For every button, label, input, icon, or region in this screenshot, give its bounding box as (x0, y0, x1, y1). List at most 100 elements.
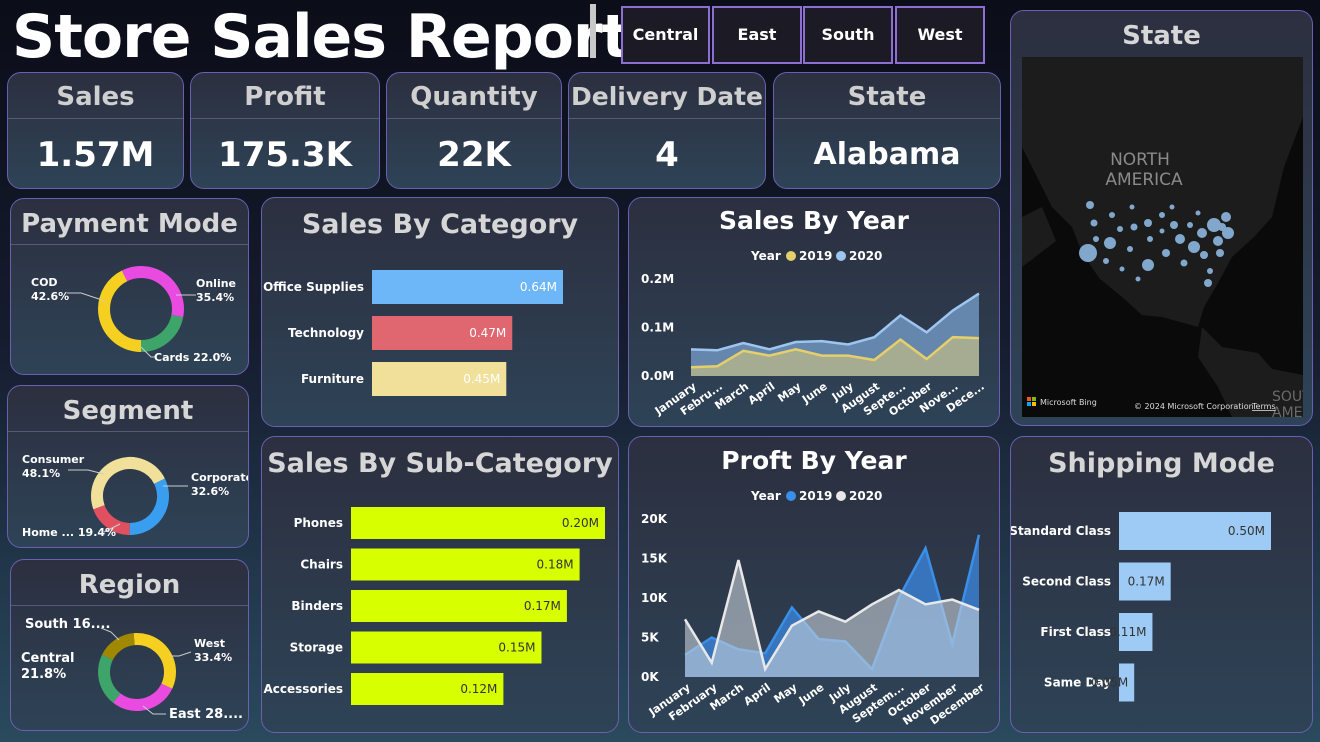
legend-label[interactable]: 2019 (799, 249, 832, 263)
legend-label[interactable]: 2019 (799, 489, 832, 503)
slicer-central[interactable]: Central (621, 6, 710, 64)
sales-by-category-card[interactable]: Sales By Category Office Supplies 0.64M Te… (261, 197, 619, 427)
state-map-card[interactable]: State NORTH AMERICA SOUT AMER Microsoft … (1010, 10, 1313, 426)
kpi-quantity-card[interactable]: Quantity 22K (386, 72, 562, 189)
bar-value-label: 0.20M (562, 516, 599, 530)
bar-category-label: Technology (288, 326, 364, 340)
donut-value: 33.4% (194, 651, 232, 664)
legend-label[interactable]: 2020 (849, 249, 882, 263)
bar-category-label: Standard Class (1011, 524, 1111, 538)
sales-by-subcategory-chart: Phones 0.20M Chairs 0.18M Binders 0.17M Storag… (264, 507, 605, 705)
bar-category-label: First Class (1040, 625, 1111, 639)
bar-category-label: Chairs (300, 558, 343, 572)
kpi-profit-card[interactable]: Profit 175.3K (190, 72, 380, 189)
payment-mode-chart: COD42.6% Online35.4% Cards 22.0% (31, 266, 236, 364)
map-terms-link[interactable]: Terms (1251, 402, 1276, 411)
state-map[interactable]: NORTH AMERICA SOUT AMER Microsoft Bing ©… (1022, 57, 1303, 417)
bar-value-label: 0.18M (537, 558, 574, 572)
x-tick-label: April (746, 380, 778, 407)
map-label-south: SOUT (1272, 389, 1303, 405)
map-label-south-america: AMER (1272, 405, 1303, 417)
kpi-sales-value: 1.57M (36, 135, 155, 175)
bar-value-label: 0.17M (524, 599, 561, 613)
y-tick-label: 0.1M (641, 321, 674, 335)
title-divider (590, 4, 596, 58)
region-card[interactable]: Region West 33.4% East 28.... Central 21.8% S… (10, 559, 249, 731)
sales-by-subcategory-card[interactable]: Sales By Sub-Category Phones 0.20M Chairs 0… (261, 436, 619, 733)
bar-value-label: 0.50M (1228, 524, 1265, 538)
sales-by-year-title: Sales By Year (718, 206, 909, 235)
slicer-south[interactable]: South (803, 6, 893, 64)
bar-value-label: 0.45M (463, 372, 500, 386)
donut-label: Cards 22.0% (154, 351, 231, 364)
bar-category-label: Office Supplies (263, 280, 364, 294)
map-label-north: NORTH (1110, 150, 1170, 170)
donut-label: Online (196, 277, 236, 290)
donut-value: 21.8% (21, 667, 66, 682)
slicer-east[interactable]: East (712, 6, 802, 64)
region-title: Region (11, 560, 248, 606)
sales-by-year-chart: Year 2019 20200.0M0.1M0.2MJanuaryFebru...M… (641, 249, 987, 419)
y-tick-label: 0.2M (641, 272, 674, 286)
donut-value: 42.6% (31, 290, 69, 303)
donut-label: Home ... 19.4% (22, 526, 116, 539)
bar-value-label: 0.47M (469, 326, 506, 340)
donut-label: Corporate (191, 471, 249, 484)
bar-category-label: Binders (291, 599, 343, 613)
x-tick-label: June (796, 681, 827, 708)
legend-label[interactable]: 2020 (849, 489, 882, 503)
legend-marker (836, 491, 846, 501)
bar-value-label: 0.15M (498, 641, 535, 655)
kpi-delivery-value: 4 (655, 135, 679, 175)
bar-category-label: Second Class (1022, 575, 1111, 589)
y-tick-label: 10K (641, 591, 668, 605)
donut-label: West (194, 637, 225, 650)
kpi-profit-value: 175.3K (218, 135, 352, 175)
legend-marker (786, 251, 796, 261)
donut-value: 35.4% (196, 291, 234, 304)
x-tick-label: April (741, 681, 773, 708)
shipping-mode-card[interactable]: Shipping Mode Standard Class 0.50M Second … (1010, 436, 1313, 733)
donut-label: East 28.... (169, 707, 243, 722)
payment-mode-card[interactable]: Payment Mode COD 42.6% Online 35.4% Cards 22… (10, 198, 249, 375)
bar-value-label: 0.11M (1109, 625, 1146, 639)
report-title: Store Sales Report (12, 2, 630, 72)
bar-category-label: Furniture (301, 372, 364, 386)
map-copyright: © 2024 Microsoft Corporation (1134, 402, 1254, 411)
kpi-profit-label: Profit (191, 73, 379, 119)
map-label-america: AMERICA (1105, 170, 1183, 190)
region-chart: West33.4% East 28.... Central21.8% South 16… (21, 617, 243, 722)
shipping-mode-chart: Standard Class 0.50M Second Class 0.17M Firs… (1011, 512, 1271, 702)
kpi-state-card[interactable]: State Alabama (773, 72, 1001, 189)
kpi-sales-card[interactable]: Sales 1.57M (7, 72, 184, 189)
y-tick-label: 0K (641, 670, 659, 684)
kpi-delivery-card[interactable]: Delivery Date 4 (568, 72, 766, 189)
profit-by-year-title: Proft By Year (721, 446, 907, 475)
kpi-quantity-label: Quantity (387, 73, 561, 119)
segment-card[interactable]: Segment Consumer 48.1% Corporate 32.6% Home … (7, 385, 249, 548)
kpi-quantity-value: 22K (437, 135, 511, 175)
bar-value-label: 0.64M (520, 280, 557, 294)
sales-by-category-title: Sales By Category (301, 209, 579, 240)
slicer-west[interactable]: West (895, 6, 985, 64)
legend-marker (786, 491, 796, 501)
legend-title: Year (750, 249, 781, 263)
payment-mode-title: Payment Mode (11, 199, 248, 245)
donut-label: Central (21, 651, 74, 666)
y-tick-label: 20K (641, 512, 668, 526)
donut-label: COD (31, 276, 58, 289)
donut-label: Consumer (22, 453, 85, 466)
kpi-sales-label: Sales (8, 73, 183, 119)
donut-value: 48.1% (22, 467, 60, 480)
segment-title: Segment (8, 386, 248, 432)
shipping-mode-title: Shipping Mode (1048, 448, 1275, 479)
kpi-delivery-label: Delivery Date (569, 73, 765, 119)
sales-by-year-card[interactable]: Sales By Year Year 2019 2020 0.0M 0.1M 0.2M Ja… (628, 197, 1000, 427)
bing-logo-text: Microsoft Bing (1040, 398, 1097, 407)
profit-by-year-chart: Year 2019 20200K5K10K15K20KJanuaryFebruary… (641, 489, 987, 728)
x-tick-label: May (772, 681, 800, 706)
y-tick-label: 5K (641, 631, 659, 645)
sales-by-subcategory-title: Sales By Sub-Category (267, 448, 613, 479)
profit-by-year-card[interactable]: Proft By Year Year 2019 2020 0K 5K 10K 15K 20K J… (628, 436, 1000, 733)
y-tick-label: 0.0M (641, 369, 674, 383)
